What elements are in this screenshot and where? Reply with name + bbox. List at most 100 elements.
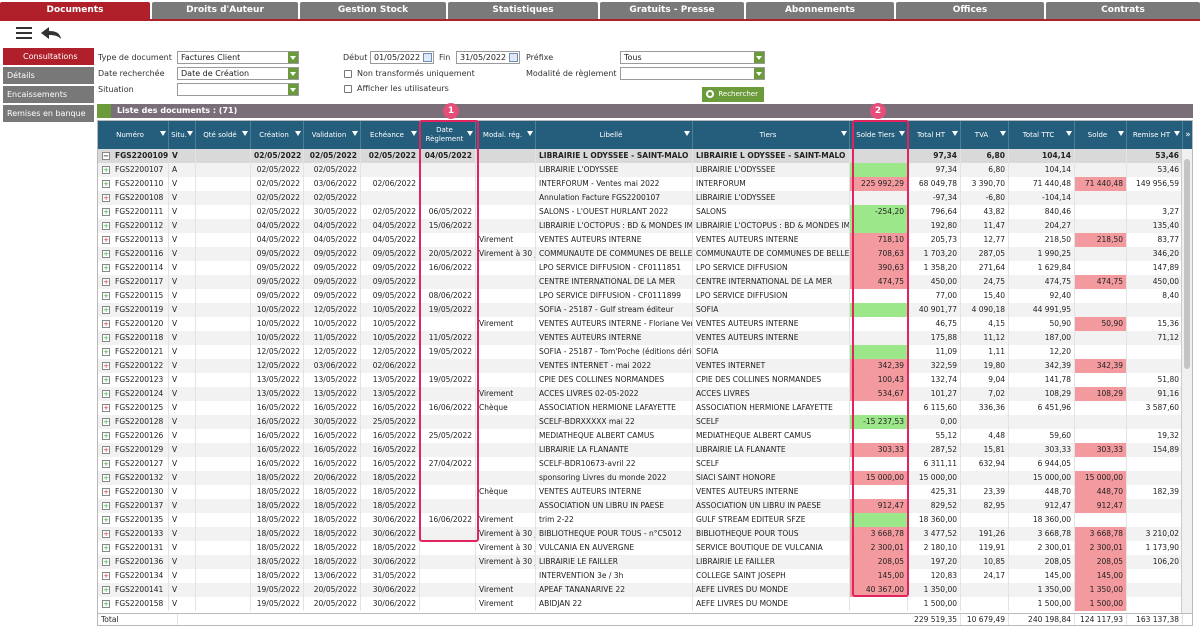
- table-row[interactable]: + FGS2200110 V 02/05/2022 03/06/2022 02/06/20…: [98, 177, 1183, 191]
- back-arrow-icon[interactable]: [39, 25, 63, 41]
- more-columns-icon[interactable]: »: [1183, 121, 1192, 149]
- table-row[interactable]: + FGS2200133 V 18/05/2022 18/05/2022 30/06/20…: [98, 527, 1183, 541]
- expand-row-icon[interactable]: +: [102, 320, 110, 328]
- tab-droits-auteur[interactable]: Droits d'Auteur: [152, 2, 298, 20]
- column-header-creation[interactable]: Création: [251, 121, 304, 149]
- filter-icon[interactable]: [242, 131, 248, 136]
- scrollbar-thumb[interactable]: [1184, 159, 1190, 369]
- expand-row-icon[interactable]: +: [102, 544, 110, 552]
- table-row[interactable]: + FGS2200107 A 02/05/2022 02/05/2022 LIBRAIRI…: [98, 163, 1183, 177]
- expand-row-icon[interactable]: +: [102, 222, 110, 230]
- type-document-select[interactable]: Factures Client: [177, 51, 299, 64]
- expand-row-icon[interactable]: +: [102, 460, 110, 468]
- debut-date-input[interactable]: 01/05/2022: [370, 51, 434, 64]
- column-header-qte[interactable]: Qté soldé: [196, 121, 251, 149]
- expand-row-icon[interactable]: +: [102, 236, 110, 244]
- filter-icon[interactable]: [841, 131, 847, 136]
- filter-icon[interactable]: [1118, 131, 1124, 136]
- modalite-select[interactable]: [620, 67, 765, 80]
- filter-icon[interactable]: [527, 131, 533, 136]
- afficher-utilisateurs-checkbox[interactable]: [344, 85, 352, 93]
- filter-icon[interactable]: [1066, 131, 1072, 136]
- filter-icon[interactable]: [1174, 131, 1180, 136]
- rechercher-button[interactable]: Rechercher: [702, 87, 764, 102]
- column-header-echeance[interactable]: Echéance: [361, 121, 420, 149]
- table-row[interactable]: + FGS2200127 V 16/05/2022 16/05/2022 16/05/20…: [98, 457, 1183, 471]
- expand-row-icon[interactable]: +: [102, 334, 110, 342]
- tab-statistiques[interactable]: Statistiques: [448, 2, 598, 20]
- prefixe-select[interactable]: Tous: [620, 51, 765, 64]
- table-row[interactable]: + FGS2200131 V 18/05/2022 18/05/2022 18/05/20…: [98, 541, 1183, 555]
- expand-row-icon[interactable]: +: [102, 264, 110, 272]
- expand-row-icon[interactable]: +: [102, 278, 110, 286]
- table-row[interactable]: + FGS2200113 V 04/05/2022 04/05/2022 04/05/20…: [98, 233, 1183, 247]
- table-row[interactable]: + FGS2200122 V 12/05/2022 03/06/2022 02/06/20…: [98, 359, 1183, 373]
- expand-row-icon[interactable]: +: [102, 516, 110, 524]
- table-row[interactable]: + FGS2200120 V 10/05/2022 10/05/2022 10/05/20…: [98, 317, 1183, 331]
- tab-gratuits-presse[interactable]: Gratuits - Presse: [600, 2, 744, 20]
- table-row[interactable]: + FGS2200126 V 16/05/2022 16/05/2022 16/05/20…: [98, 429, 1183, 443]
- wrench-icon[interactable]: [97, 104, 111, 118]
- filter-icon[interactable]: [352, 131, 358, 136]
- column-header-remise[interactable]: Remise HT: [1127, 121, 1183, 149]
- expand-row-icon[interactable]: +: [102, 558, 110, 566]
- column-header-tva[interactable]: TVA: [961, 121, 1009, 149]
- sidebar-item-remises-banque[interactable]: Remises en banque: [3, 105, 94, 122]
- column-header-solde[interactable]: Solde: [1075, 121, 1127, 149]
- expand-row-icon[interactable]: +: [102, 488, 110, 496]
- calendar-icon[interactable]: [509, 53, 518, 62]
- table-row[interactable]: + FGS2200123 V 13/05/2022 13/05/2022 13/05/20…: [98, 373, 1183, 387]
- filter-icon[interactable]: [160, 131, 166, 136]
- table-row[interactable]: + FGS2200125 V 16/05/2022 16/05/2022 16/05/20…: [98, 401, 1183, 415]
- table-row[interactable]: + FGS2200112 V 04/05/2022 04/05/2022 04/05/20…: [98, 219, 1183, 233]
- hamburger-menu-icon[interactable]: [16, 27, 32, 39]
- tab-contrats[interactable]: Contrats: [1046, 2, 1200, 20]
- table-row[interactable]: + FGS2200135 V 18/05/2022 18/05/2022 30/06/20…: [98, 513, 1183, 527]
- expand-row-icon[interactable]: +: [102, 376, 110, 384]
- table-row[interactable]: + FGS2200108 V 02/05/2022 02/05/2022 Annulati…: [98, 191, 1183, 205]
- column-header-ht[interactable]: Total HT: [908, 121, 961, 149]
- table-row[interactable]: + FGS2200121 V 12/05/2022 12/05/2022 12/05/20…: [98, 345, 1183, 359]
- filter-icon[interactable]: [411, 131, 417, 136]
- column-header-modal[interactable]: Modal. rég.: [476, 121, 536, 149]
- table-row[interactable]: + FGS2200129 V 16/05/2022 16/05/2022 16/05/20…: [98, 443, 1183, 457]
- table-row[interactable]: + FGS2200114 V 09/05/2022 09/05/2022 09/05/20…: [98, 261, 1183, 275]
- table-row[interactable]: + FGS2200118 V 10/05/2022 11/05/2022 10/05/20…: [98, 331, 1183, 345]
- tab-gestion-stock[interactable]: Gestion Stock: [300, 2, 446, 20]
- fin-date-input[interactable]: 31/05/2022: [456, 51, 520, 64]
- expand-row-icon[interactable]: +: [102, 208, 110, 216]
- expand-row-icon[interactable]: +: [102, 390, 110, 398]
- column-header-libelle[interactable]: Libellé: [536, 121, 693, 149]
- table-row[interactable]: + FGS2200158 V 19/05/2022 20/05/2022 30/06/20…: [98, 597, 1183, 611]
- non-transformes-checkbox[interactable]: [344, 70, 352, 78]
- expand-row-icon[interactable]: +: [102, 180, 110, 188]
- expand-row-icon[interactable]: +: [102, 292, 110, 300]
- table-row[interactable]: − FGS2200109 V 02/05/2022 02/05/2022 02/05/20…: [98, 149, 1183, 163]
- table-row[interactable]: + FGS2200128 V 16/05/2022 30/05/2022 25/05/20…: [98, 415, 1183, 429]
- column-header-situ[interactable]: Situ.: [169, 121, 196, 149]
- expand-row-icon[interactable]: +: [102, 404, 110, 412]
- table-row[interactable]: + FGS2200119 V 10/05/2022 12/05/2022 10/05/20…: [98, 303, 1183, 317]
- vertical-scrollbar[interactable]: [1181, 149, 1192, 613]
- expand-row-icon[interactable]: +: [102, 530, 110, 538]
- sidebar-item-consultations[interactable]: Consultations: [3, 48, 94, 65]
- filter-icon[interactable]: [187, 131, 193, 136]
- table-row[interactable]: + FGS2200130 V 18/05/2022 18/05/2022 18/05/20…: [98, 485, 1183, 499]
- tab-documents[interactable]: Documents: [0, 2, 150, 20]
- filter-icon[interactable]: [952, 131, 958, 136]
- expand-row-icon[interactable]: +: [102, 600, 110, 608]
- table-row[interactable]: + FGS2200124 V 13/05/2022 13/05/2022 13/05/20…: [98, 387, 1183, 401]
- calendar-icon[interactable]: [423, 53, 432, 62]
- expand-row-icon[interactable]: +: [102, 306, 110, 314]
- expand-row-icon[interactable]: +: [102, 432, 110, 440]
- situation-select[interactable]: [177, 83, 299, 96]
- expand-row-icon[interactable]: +: [102, 474, 110, 482]
- expand-row-icon[interactable]: +: [102, 250, 110, 258]
- filter-icon[interactable]: [295, 131, 301, 136]
- table-row[interactable]: + FGS2200117 V 09/05/2022 09/05/2022 09/05/20…: [98, 275, 1183, 289]
- table-row[interactable]: + FGS2200141 V 19/05/2022 20/05/2022 30/06/20…: [98, 583, 1183, 597]
- tab-abonnements[interactable]: Abonnements: [746, 2, 894, 20]
- table-row[interactable]: + FGS2200115 V 09/05/2022 09/05/2022 09/05/20…: [98, 289, 1183, 303]
- tab-offices[interactable]: Offices: [896, 2, 1044, 20]
- expand-row-icon[interactable]: +: [102, 348, 110, 356]
